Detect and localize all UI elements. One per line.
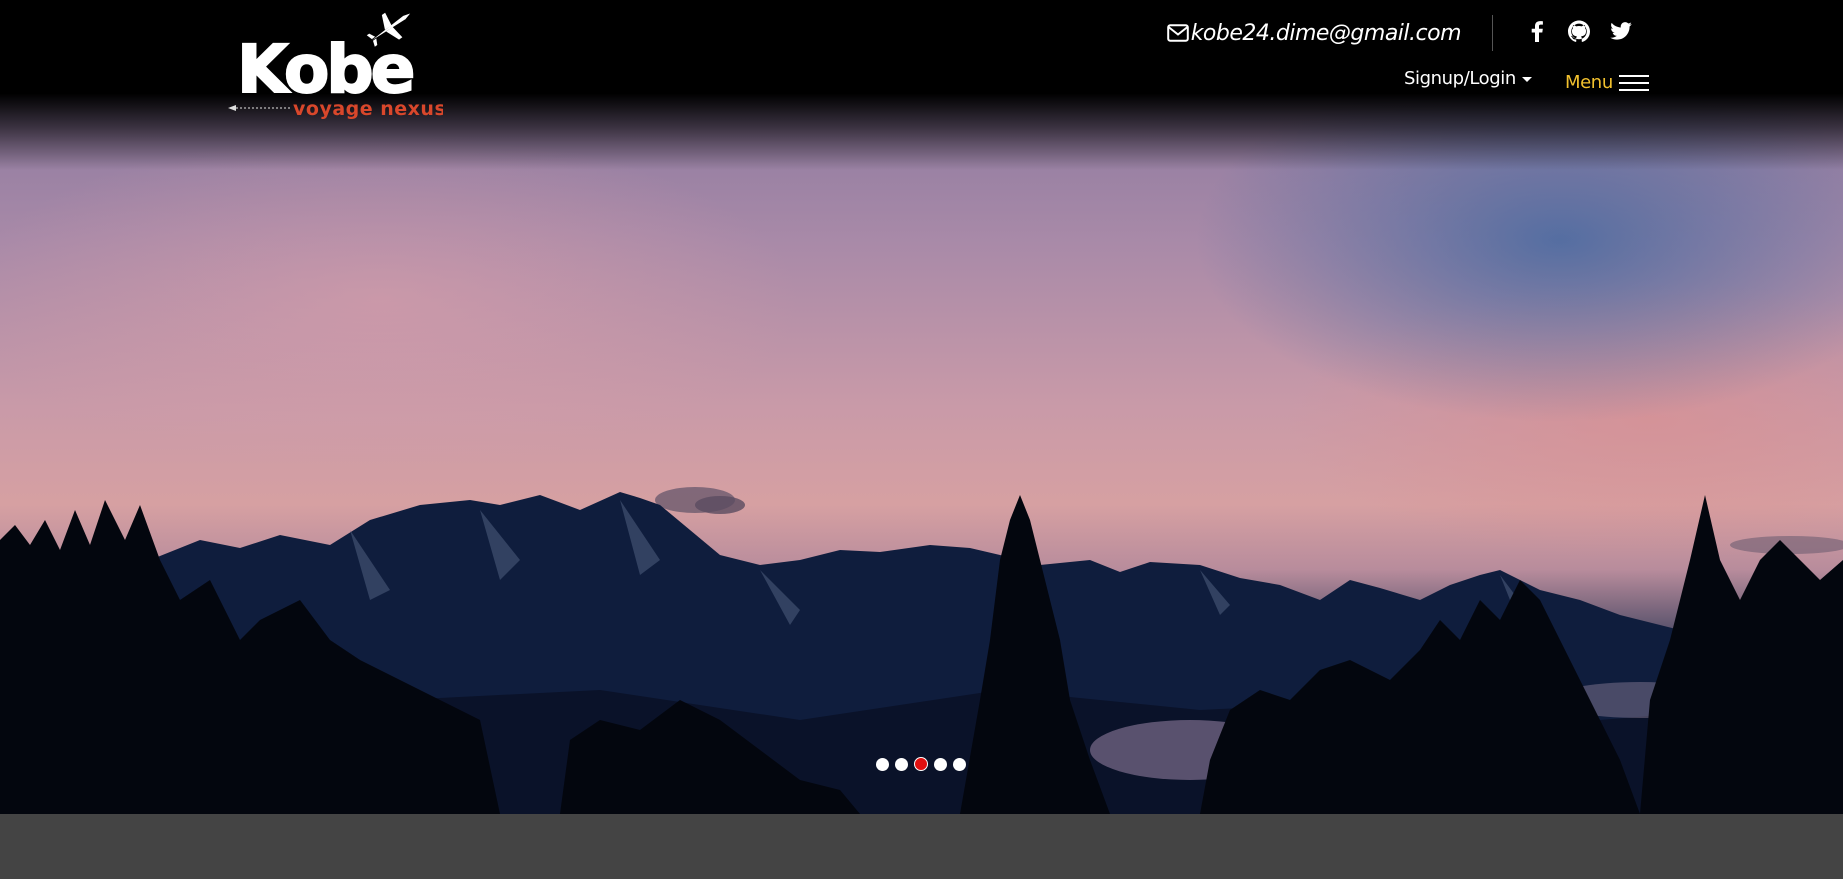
twitter-icon[interactable] (1608, 18, 1634, 44)
caret-down-icon (1521, 77, 1532, 82)
brand-logo[interactable]: Kobe voyage nexus (228, 8, 443, 123)
carousel-dot-1[interactable] (876, 757, 889, 771)
email-link[interactable]: kobe24.dime@gmail.com (1191, 21, 1462, 46)
brand-name: Kobe (237, 31, 413, 108)
carousel-dot-3[interactable] (914, 757, 928, 771)
signup-login-dropdown[interactable]: Signup/Login (1404, 68, 1532, 89)
menu-label: Menu (1565, 72, 1613, 93)
carousel-dot-4[interactable] (934, 757, 947, 771)
envelope-icon (1166, 24, 1189, 42)
header-divider (1492, 15, 1493, 51)
brand-tagline: voyage nexus (293, 98, 443, 120)
social-links (1524, 18, 1634, 44)
content-section (0, 814, 1843, 879)
facebook-icon[interactable] (1524, 18, 1550, 44)
menu-button[interactable]: Menu (1565, 72, 1649, 93)
hamburger-icon (1618, 74, 1649, 91)
carousel-dot-5[interactable] (953, 757, 966, 771)
carousel-dot-2[interactable] (895, 757, 908, 771)
contact-email[interactable]: kobe24.dime@gmail.com (1166, 16, 1462, 50)
signup-login-label: Signup/Login (1404, 68, 1516, 89)
github-icon[interactable] (1566, 18, 1592, 44)
carousel-indicators (876, 757, 966, 771)
